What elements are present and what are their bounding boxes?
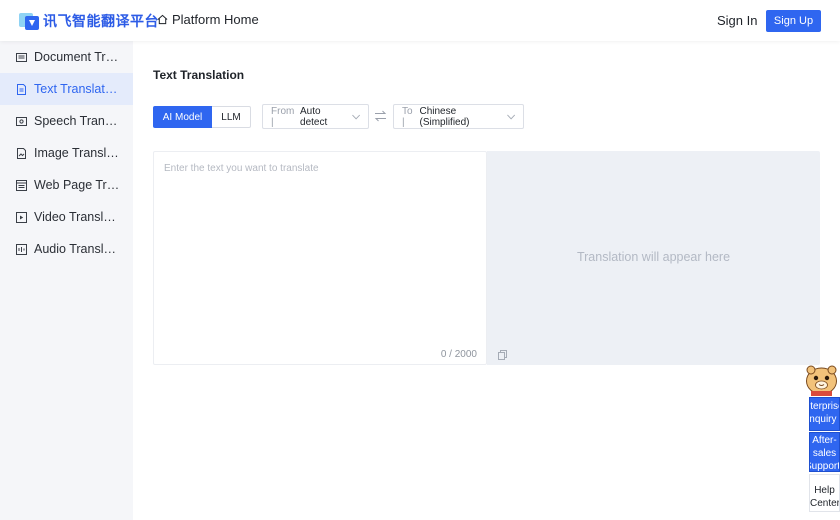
- platform-logo[interactable]: 讯飞智能翻译平台: [18, 9, 159, 33]
- sidebar-item-label: Speech Translation: [34, 114, 120, 128]
- chevron-down-icon: [351, 114, 360, 119]
- target-language-select[interactable]: To | Chinese (Simplified): [393, 104, 524, 129]
- enterprise-line-2: Inquiry: [809, 414, 837, 425]
- translation-output-panel: Translation will appear here: [487, 151, 820, 365]
- chevron-down-icon: [506, 114, 515, 119]
- target-language-value: Chinese (Simplified): [419, 105, 470, 128]
- translation-placeholder: Translation will appear here: [576, 250, 731, 264]
- source-text-panel: 0 / 2000: [153, 151, 487, 365]
- top-header: 讯飞智能翻译平台 Platform Home Sign In Sign Up: [0, 0, 840, 41]
- sidebar-item-label: Web Page Translation: [34, 178, 120, 192]
- character-counter: 0 / 2000: [440, 349, 477, 360]
- sign-in-link[interactable]: Sign In: [717, 13, 757, 28]
- llm-tab[interactable]: LLM: [212, 106, 251, 128]
- after-sales-line-3: Support: [810, 461, 840, 472]
- sidebar-item-audio-translation[interactable]: Audio Translation: [0, 233, 133, 265]
- document-icon: [16, 52, 27, 63]
- ai-model-tab[interactable]: AI Model: [153, 106, 212, 128]
- sidebar-item-document-translation[interactable]: Document Translation: [0, 41, 133, 73]
- mascot-icon[interactable]: [803, 363, 840, 397]
- text-file-icon: [16, 83, 27, 95]
- image-icon: [16, 147, 27, 159]
- sidebar-item-label: Text Translation: [34, 82, 120, 96]
- platform-home-label: Platform Home: [172, 12, 259, 27]
- sidebar-item-label: Audio Translation: [34, 242, 120, 256]
- page-title: Text Translation: [153, 68, 245, 82]
- sidebar-item-label: Image Translation: [34, 146, 120, 160]
- sidebar: Document Translation Text Translation Sp…: [0, 41, 133, 520]
- logo-text: 讯飞智能翻译平台: [43, 14, 159, 30]
- sidebar-item-image-translation[interactable]: Image Translation: [0, 137, 133, 169]
- enterprise-line-1: Enterprise: [810, 401, 839, 412]
- platform-home-link[interactable]: Platform Home: [157, 12, 259, 27]
- logo-mark-icon: [19, 13, 39, 30]
- audio-icon: [16, 243, 27, 255]
- help-center-button[interactable]: Help Center: [809, 474, 840, 512]
- sidebar-item-speech-translation[interactable]: Speech Translation: [0, 105, 133, 137]
- copy-icon[interactable]: [498, 350, 507, 360]
- video-icon: [16, 211, 27, 223]
- sidebar-item-video-translation[interactable]: Video Translation: [0, 201, 133, 233]
- after-sales-line-1: After-: [812, 435, 837, 446]
- web-page-icon: [16, 179, 27, 191]
- sidebar-item-web-page-translation[interactable]: Web Page Translation: [0, 169, 133, 201]
- after-sales-line-2: sales: [812, 448, 837, 459]
- enterprise-inquiry-button[interactable]: Enterprise Inquiry: [809, 397, 840, 431]
- source-language-select[interactable]: From | Auto detect: [262, 104, 369, 129]
- home-icon: [157, 14, 168, 25]
- help-line-1: Help: [814, 485, 835, 496]
- sidebar-item-label: Video Translation: [34, 210, 120, 224]
- to-prefix: To |: [402, 105, 413, 128]
- sidebar-item-label: Document Translation: [34, 50, 120, 64]
- help-line-2: Center: [810, 498, 840, 509]
- source-language-value: Auto detect: [300, 105, 328, 128]
- model-mode-toggle: AI Model LLM: [153, 106, 251, 128]
- source-text-input[interactable]: [154, 152, 486, 342]
- from-prefix: From |: [271, 105, 295, 128]
- after-sales-support-button[interactable]: After- sales Support: [809, 432, 840, 472]
- sidebar-item-text-translation[interactable]: Text Translation: [0, 73, 133, 105]
- sign-up-button[interactable]: Sign Up: [766, 10, 821, 32]
- speech-icon: [16, 116, 27, 127]
- swap-languages-icon[interactable]: [374, 110, 387, 122]
